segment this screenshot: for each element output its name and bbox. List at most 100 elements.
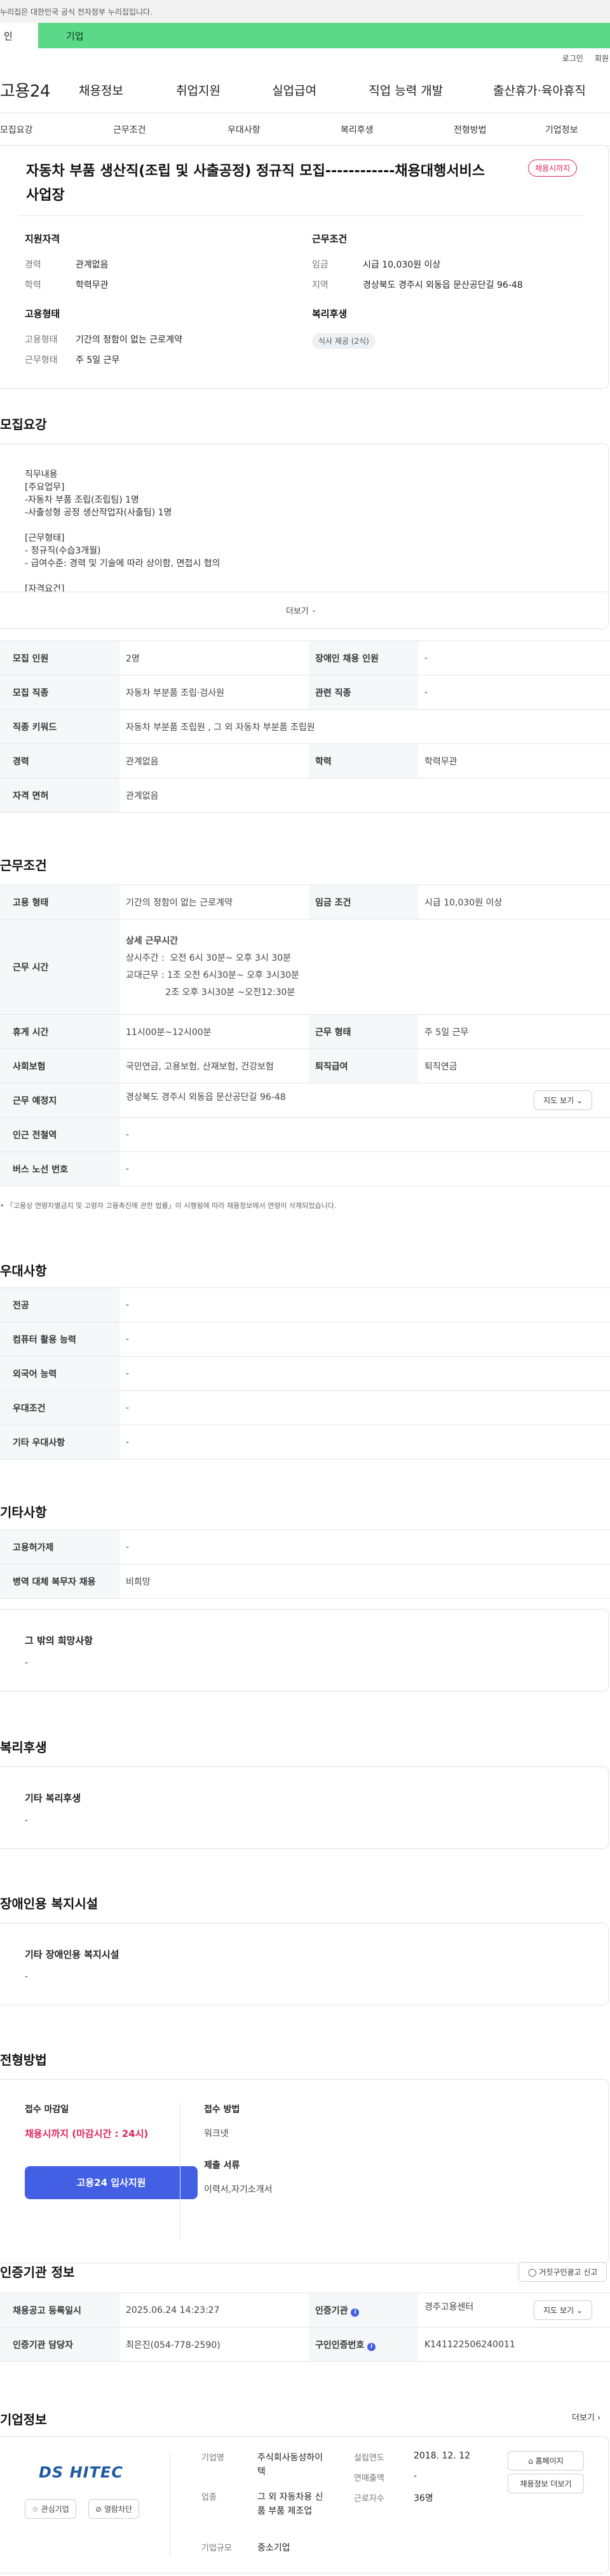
tab-company[interactable]: 기업: [38, 23, 610, 48]
tab-recruit[interactable]: 모집요강: [0, 123, 113, 136]
disabled-facilities-title: 기타 장애인용 복지시설: [25, 1949, 119, 1960]
work-hours: 상세 근무시간 상시주간 : 오전 6시 30분~ 오후 3시 30분 교대근무 :…: [119, 919, 610, 1015]
table-value: -: [119, 1390, 610, 1425]
company-value: 중소기업: [257, 2543, 290, 2553]
table-row: 우대조건 -: [0, 1390, 610, 1425]
summary-value: 기간의 정함이 없는 근로계약: [76, 335, 182, 345]
section-title-welfare: 복리후생: [0, 1740, 47, 1755]
table-value: -: [119, 1529, 610, 1564]
summary-key: 지역: [312, 280, 329, 290]
hours-line: 교대근무 : 1조 오전 6시30분~ 오후 3시30분: [126, 970, 299, 980]
section-title-work: 근무조건: [0, 858, 47, 873]
homepage-button[interactable]: ⌂ 홈페이지: [508, 2451, 584, 2471]
table-key: 경력: [0, 743, 119, 778]
docs-value: 이력서,자기소개서: [204, 2185, 273, 2195]
company-more-link[interactable]: 더보기 ›: [572, 2411, 600, 2423]
summary-heading: 지원자격: [25, 233, 60, 245]
table-key: 직종 키워드: [0, 709, 119, 744]
agency-map-button[interactable]: 지도 보기 ⌄: [534, 2300, 592, 2320]
false-ad-report-button[interactable]: ◯ 거짓구인광고 신고: [518, 2262, 607, 2282]
table-value: -: [119, 1151, 610, 1186]
nav-menu-unemployment-benefit[interactable]: 실업급여: [272, 81, 369, 98]
favorite-company-button[interactable]: ☆ 관심기업: [25, 2499, 76, 2519]
company-jobs-button[interactable]: 채용정보 더보기: [508, 2474, 584, 2493]
table-row: 인증기관 담당자 최은진(054-778-2590) 구인인증번호 i K141…: [0, 2327, 610, 2362]
tab-process[interactable]: 전형방법: [454, 123, 545, 136]
table-key: 사회보험: [0, 1048, 119, 1083]
table-value: 관계없음: [119, 778, 610, 813]
table-value: -: [119, 1356, 610, 1391]
table-key: 인증기관 i: [309, 2293, 418, 2328]
company-key: 업종: [201, 2493, 217, 2502]
info-icon[interactable]: i: [351, 2308, 360, 2317]
summary-key: 학력: [25, 280, 41, 290]
company-value: 주식회사동성하이텍: [257, 2453, 323, 2477]
homepage-label: 홈페이지: [535, 2457, 564, 2465]
job-summary-card: 자동차 부품 생산직(조립 및 사출공정) 정규직 모집------------…: [0, 145, 609, 389]
summary-heading: 근무조건: [312, 233, 348, 245]
table-key-label: 구인인증번호: [315, 2340, 365, 2350]
apply-button[interactable]: 고용24 입사지원: [25, 2166, 198, 2199]
summary-value: 경상북도 경주시 외동읍 문산공단길 96-48: [363, 280, 523, 290]
login-link[interactable]: 로그인: [562, 53, 583, 64]
more-label: 더보기: [572, 2413, 595, 2423]
table-key: 컴퓨터 활용 능력: [0, 1322, 119, 1357]
tab-work-conditions[interactable]: 근무조건: [113, 123, 227, 136]
block-view-button[interactable]: ⊘ 열람차단: [88, 2499, 140, 2519]
section-title-etc: 기타사항: [0, 1505, 47, 1520]
more-button[interactable]: 더보기 ⌄: [0, 592, 608, 628]
table-key: 병역 대체 복무자 채용: [0, 1564, 119, 1599]
table-key: 임금 조건: [309, 885, 418, 919]
report-icon: ◯: [528, 2268, 537, 2277]
tab-personal[interactable]: 인: [0, 23, 38, 48]
hope-value: -: [25, 1658, 29, 1668]
table-row: 모집 직종 자동차 부분품 조립·검사원 관련 직종 -: [0, 675, 610, 710]
table-value: -: [418, 675, 610, 710]
summary-welfare: 복리후생 식사 제공 (2식): [312, 307, 376, 349]
tab-preferences[interactable]: 우대사항: [227, 123, 341, 136]
nav-menu-jobs[interactable]: 채용정보: [79, 81, 176, 98]
work-table: 고용 형태 기간의 정함이 없는 근로계약 임금 조건 시급 10,030원 이…: [0, 885, 610, 1186]
nav-menu-parental-leave[interactable]: 출산휴가·육아휴직: [493, 81, 610, 98]
map-button-label: 지도 보기: [543, 1096, 574, 1105]
star-icon: ☆: [32, 2505, 39, 2514]
table-value: 비희망: [119, 1564, 610, 1599]
section-title-recruit: 모집요강: [0, 417, 47, 432]
table-key: 전공: [0, 1287, 119, 1322]
summary-key: 근무형태: [25, 355, 58, 365]
table-key: 버스 노선 번호: [0, 1151, 119, 1186]
site-logo[interactable]: 고용24: [0, 78, 79, 102]
nav-menu-employment-support[interactable]: 취업지원: [176, 81, 272, 98]
join-link[interactable]: 회원: [595, 53, 609, 64]
table-row: 모집 인원 2명 장애인 채용 인원 -: [0, 641, 610, 675]
summary-value: 주 5일 근무: [76, 355, 120, 365]
summary-value: 학력무관: [76, 280, 109, 290]
nav-menu-vocational-training[interactable]: 직업 능력 개발: [369, 81, 493, 98]
summary-employment-type: 고용형태 고용형태 기간의 정함이 없는 근로계약 근무형태 주 5일 근무: [25, 307, 182, 374]
table-value: 시급 10,030원 이상: [418, 885, 610, 919]
tab-welfare[interactable]: 복리후생: [341, 123, 454, 136]
table-row: 직종 키워드 자동차 부분품 조립원 , 그 외 자동차 부분품 조립원: [0, 709, 610, 744]
summary-key: 임금: [312, 260, 329, 270]
table-value: 주 5일 근무: [418, 1014, 610, 1049]
table-row: 채용공고 등록일시 2025.06.24 14:23:27 인증기관 i 경주고…: [0, 2293, 610, 2328]
table-key: 장애인 채용 인원: [309, 641, 418, 675]
table-key: 인증기관 담당자: [0, 2327, 119, 2362]
favorite-label: 관심기업: [41, 2505, 69, 2514]
tab-company[interactable]: 기업정보: [545, 123, 578, 136]
company-value: 36명: [414, 2493, 433, 2504]
table-value: -: [119, 1117, 610, 1152]
home-icon: ⌂: [528, 2457, 533, 2465]
table-row: 외국어 능력 -: [0, 1356, 610, 1391]
table-key-label: 인증기관: [315, 2305, 348, 2316]
welfare-title: 기타 복리후생: [25, 1793, 81, 1804]
company-card: DS HITEC ☆ 관심기업 ⊘ 열람차단 기업명 주식회사동성하이텍 업종 …: [0, 2436, 609, 2573]
table-key: 기타 우대사항: [0, 1425, 119, 1460]
map-button[interactable]: 지도 보기 ⌄: [534, 1090, 592, 1110]
desc-body: [주요업무] -자동차 부품 조립(조립팀) 1명 -사출성형 공정 생산작업자…: [25, 482, 220, 592]
docs-label: 제출 서류: [204, 2160, 240, 2171]
utility-links: 로그인 회원: [0, 48, 610, 67]
info-icon[interactable]: i: [367, 2342, 376, 2351]
company-key: 기업명: [201, 2453, 224, 2463]
summary-qualification: 지원자격 경력 관계없음 학력 학력무관: [25, 232, 109, 299]
